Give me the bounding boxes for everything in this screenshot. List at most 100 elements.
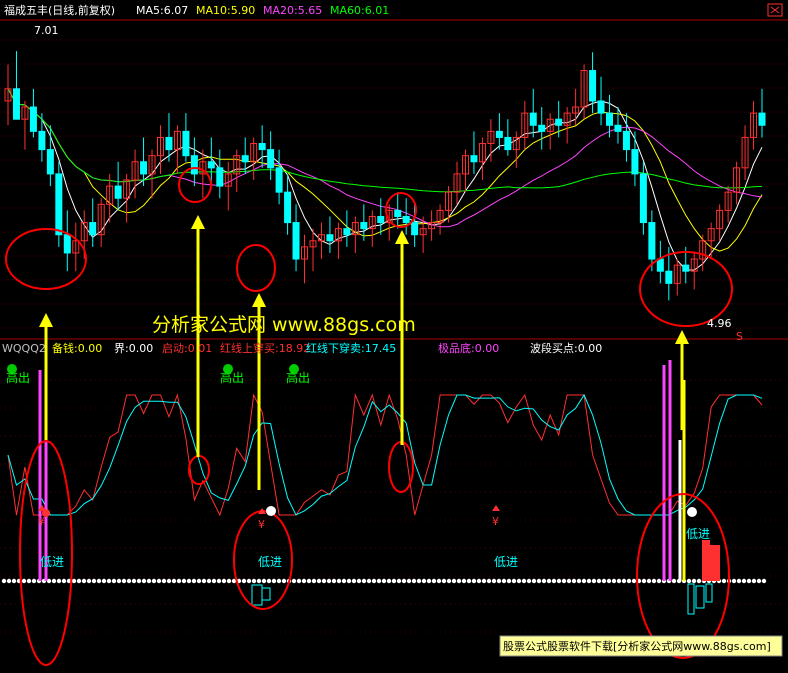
candle-body <box>411 222 419 236</box>
candle-body <box>597 100 605 114</box>
buy-signal-label: 低进 <box>40 555 64 569</box>
zero-dot <box>151 578 157 584</box>
candle-body <box>46 149 54 175</box>
zero-dot <box>156 578 162 584</box>
low-price-label: 4.96 <box>707 317 732 330</box>
zero-dot <box>81 578 87 584</box>
candle-body <box>614 124 622 132</box>
zero-dot <box>86 578 92 584</box>
zero-dot <box>321 578 327 584</box>
zero-dot <box>746 578 752 584</box>
zero-dot <box>651 578 657 584</box>
candle-body <box>758 112 766 126</box>
zero-dot <box>251 578 257 584</box>
signal-block <box>702 540 710 581</box>
yen-mark: ¥ <box>258 518 265 531</box>
zero-dot <box>271 578 277 584</box>
zero-dot <box>421 578 427 584</box>
zero-dot <box>571 578 577 584</box>
zero-dot <box>266 578 272 584</box>
indicator-label: 界:0.00 <box>114 342 153 355</box>
zero-dot <box>471 578 477 584</box>
highlight-ellipse <box>236 244 276 292</box>
candle-body <box>267 149 275 169</box>
yen-mark: ¥ <box>492 515 499 528</box>
zero-dot <box>521 578 527 584</box>
zero-dot <box>686 578 692 584</box>
candle-body <box>656 258 664 272</box>
zero-dot <box>386 578 392 584</box>
zero-dot <box>451 578 457 584</box>
zero-dot <box>371 578 377 584</box>
zero-dot <box>601 578 607 584</box>
zero-dot <box>536 578 542 584</box>
candle-body <box>631 149 639 175</box>
zero-dot <box>436 578 442 584</box>
zero-dot <box>21 578 27 584</box>
yen-mark: ¥ <box>38 515 45 528</box>
zero-dot <box>51 578 57 584</box>
indicator-label: 红线上穿买:18.92 <box>220 341 310 355</box>
zero-dot <box>501 578 507 584</box>
zero-dot <box>606 578 612 584</box>
red-indicator-line <box>7 393 763 517</box>
candle-body <box>622 130 630 151</box>
highlight-ellipse <box>388 441 414 493</box>
candle-body <box>89 222 97 236</box>
zero-dot <box>591 578 597 584</box>
zero-dot <box>611 578 617 584</box>
zero-dot <box>11 578 17 584</box>
candle-body <box>12 88 20 120</box>
candle-body <box>216 167 224 187</box>
zero-dot <box>401 578 407 584</box>
candle-body <box>63 234 71 254</box>
zero-dot <box>181 578 187 584</box>
cyan-step-bar <box>705 583 713 603</box>
candle-body <box>275 167 283 193</box>
highlight-ellipse <box>5 228 87 290</box>
candle-body <box>470 155 478 163</box>
zero-dot <box>416 578 422 584</box>
zero-dot <box>221 578 227 584</box>
indicator-lines <box>1 393 767 584</box>
zero-dot <box>216 578 222 584</box>
candle-body <box>190 155 198 175</box>
zero-dot <box>56 578 62 584</box>
zero-dot <box>566 578 572 584</box>
zero-dot <box>136 578 142 584</box>
candle-body <box>682 264 690 272</box>
zero-dot <box>531 578 537 584</box>
candle-body <box>343 228 351 236</box>
marker-dot <box>42 509 50 517</box>
zero-dot <box>516 578 522 584</box>
zero-dot <box>366 578 372 584</box>
zero-dot <box>476 578 482 584</box>
candle-body <box>504 136 512 151</box>
zero-dot <box>1 578 7 584</box>
arrow-head <box>675 330 689 344</box>
zero-dot <box>166 578 172 584</box>
candle-body <box>55 173 63 236</box>
candle-body <box>284 191 292 224</box>
zero-dot <box>111 578 117 584</box>
zero-dot <box>391 578 397 584</box>
candle-body <box>555 118 563 126</box>
candle-body <box>639 173 647 224</box>
sell-signal-label: 高出 <box>220 370 244 385</box>
stock-title: 福成五丰(日线,前复权) <box>4 3 115 17</box>
zero-dot <box>621 578 627 584</box>
zero-dot <box>281 578 287 584</box>
buy-signal-label: 低进 <box>258 555 282 569</box>
marker-dot <box>687 507 697 517</box>
sell-signal-label: 高出 <box>6 370 30 385</box>
zero-dot <box>491 578 497 584</box>
zero-dot <box>381 578 387 584</box>
zero-dot <box>96 578 102 584</box>
candle-body <box>165 136 173 151</box>
ma-label: MA10:5.90 <box>196 4 255 17</box>
zero-dot <box>351 578 357 584</box>
arrow-head <box>191 215 205 229</box>
zero-dot <box>131 578 137 584</box>
candle-body <box>360 222 368 230</box>
arrow-head <box>252 293 266 307</box>
